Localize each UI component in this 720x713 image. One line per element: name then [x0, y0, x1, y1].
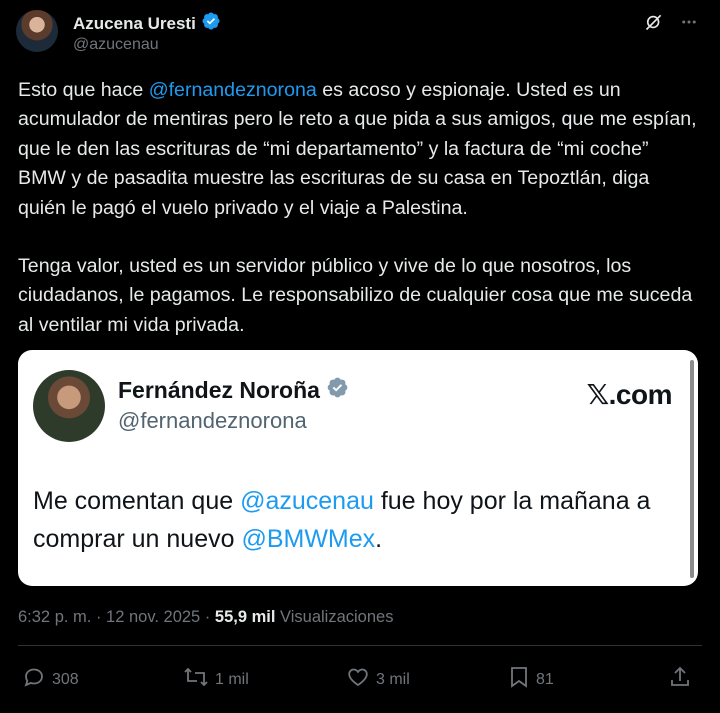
- reply-count: 308: [52, 670, 79, 688]
- tweet: Azucena Uresti @azucenau Esto que hace @…: [0, 0, 720, 713]
- quoted-author-handle: @fernandeznorona: [118, 408, 307, 433]
- views-count: 55,9 mil: [214, 608, 276, 626]
- quoted-author-row: Fernández Noroña: [118, 376, 349, 404]
- reply-button[interactable]: 308: [22, 665, 79, 694]
- verified-badge-icon[interactable]: [201, 11, 221, 36]
- tweet-paragraph-1: Esto que hace @fernandeznorona es acoso …: [18, 79, 697, 219]
- mention-link[interactable]: @fernandeznorona: [149, 79, 317, 101]
- mention-link[interactable]: @BMWMex: [241, 525, 375, 553]
- author-row: Azucena Uresti: [73, 11, 221, 36]
- quoted-author-name: Fernández Noroña: [118, 376, 320, 403]
- quoted-tweet-text: Me comentan que @azucenau fue hoy por la…: [33, 487, 651, 553]
- bookmark-count: 81: [536, 670, 554, 688]
- bookmark-button[interactable]: 81: [508, 665, 554, 694]
- repost-count: 1 mil: [215, 670, 249, 688]
- mention-link[interactable]: @azucenau: [240, 487, 374, 515]
- more-icon[interactable]: [680, 13, 698, 31]
- share-button[interactable]: [668, 665, 692, 694]
- timestamp[interactable]: 6:32 p. m. · 12 nov. 2025 ·: [18, 608, 215, 626]
- verified-badge-icon: [326, 376, 349, 404]
- action-bar: 308 1 mil 3 mil 81: [0, 665, 720, 695]
- like-count: 3 mil: [376, 670, 410, 688]
- repost-button[interactable]: 1 mil: [183, 665, 249, 694]
- quoted-avatar: [33, 370, 105, 442]
- like-button[interactable]: 3 mil: [346, 665, 410, 694]
- top-actions: [644, 12, 698, 32]
- reply-icon: [22, 665, 46, 694]
- author-name[interactable]: Azucena Uresti: [73, 14, 196, 34]
- avatar[interactable]: [16, 10, 58, 52]
- author-handle[interactable]: @azucenau: [73, 36, 159, 54]
- views-label: Visualizaciones: [275, 608, 394, 626]
- tweet-paragraph-2: Tenga valor, usted es un servidor públic…: [18, 255, 693, 336]
- repost-icon: [183, 665, 209, 694]
- heart-icon: [346, 665, 370, 694]
- tweet-text: Esto que hace @fernandeznorona es acoso …: [18, 76, 698, 340]
- bookmark-icon: [508, 665, 530, 694]
- divider: [18, 645, 702, 646]
- share-icon: [668, 665, 692, 694]
- quoted-tweet-card[interactable]: Fernández Noroña @fernandeznorona 𝕏.com …: [18, 350, 698, 586]
- site-label: 𝕏.com: [586, 379, 673, 410]
- scrollbar[interactable]: [690, 360, 694, 578]
- grok-icon[interactable]: [644, 12, 664, 32]
- tweet-meta: 6:32 p. m. · 12 nov. 2025 · 55,9 mil Vis…: [18, 608, 393, 627]
